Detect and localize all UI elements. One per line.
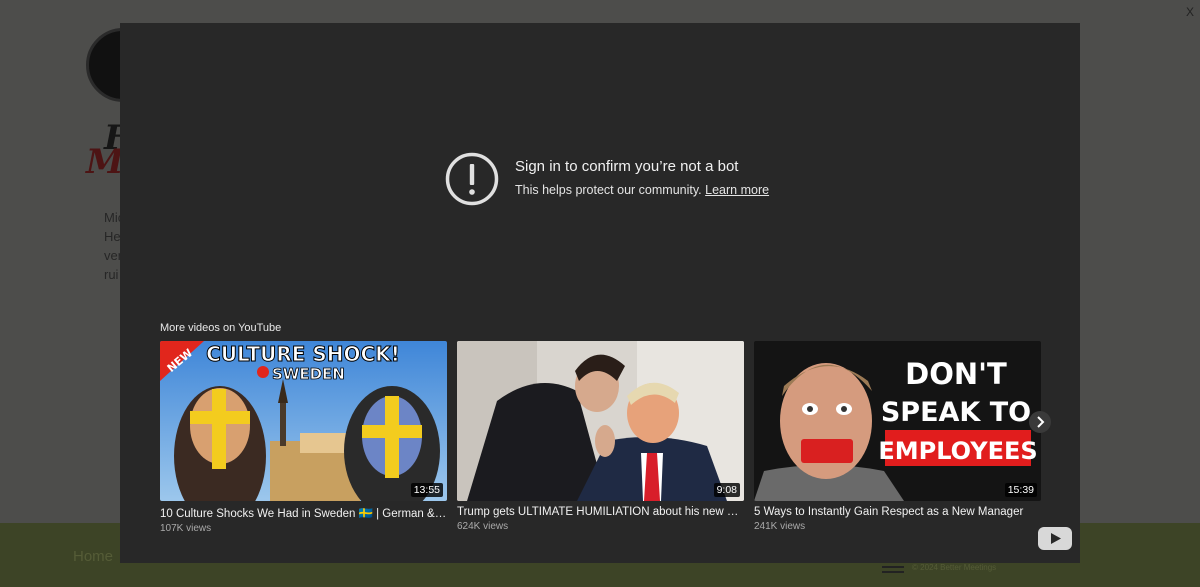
close-button[interactable]: X [1186,5,1194,19]
video-views: 241K views [754,521,806,532]
signin-subtitle: This helps protect our community. Learn … [515,183,770,197]
video-title[interactable]: 10 Culture Shocks We Had in Sweden 🇸🇪 | … [160,506,447,520]
video-views: 107K views [160,523,212,534]
exclamation-icon [445,152,499,206]
video-player[interactable]: Sign in to confirm you’re not a bot This… [120,23,1080,563]
video-views: 624K views [457,521,509,532]
signin-title: Sign in to confirm you’re not a bot [515,158,739,175]
body-text-line: rui [104,267,119,282]
thumbnail-image: DON'T SPEAK TO EMPLOYEES [754,341,1041,501]
site-logo-text-bottom: M [86,142,124,182]
video-thumbnail[interactable]: DON'T SPEAK TO EMPLOYEES 15:39 [754,341,1041,501]
video-card[interactable]: 9:08 Trump gets ULTIMATE HUMILIATION abo… [457,341,744,532]
video-duration: 13:55 [410,483,443,497]
thumbnail-highlight: EMPLOYEES [878,437,1037,465]
thumbnail-subheadline: SPEAK TO [881,397,1031,428]
thumbnail-image: NEW CULTURE SHOCK! SWEDEN [160,341,447,501]
next-videos-button[interactable] [1029,411,1051,433]
body-text-line: He [104,229,121,244]
thumbnail-subheadline: SWEDEN [272,365,345,383]
video-title[interactable]: Trump gets ULTIMATE HUMILIATION about hi… [457,506,744,518]
video-card[interactable]: DON'T SPEAK TO EMPLOYEES 15:39 5 Ways to… [754,341,1041,532]
video-thumbnail[interactable]: 9:08 [457,341,744,501]
video-duration: 9:08 [713,483,740,497]
youtube-logo-icon[interactable] [1038,527,1072,550]
video-title[interactable]: 5 Ways to Instantly Gain Respect as a Ne… [754,506,1041,518]
video-thumbnail[interactable]: NEW CULTURE SHOCK! SWEDEN 13:55 [160,341,447,501]
thumbnail-image [457,341,744,501]
thumbnail-headline: DON'T [905,357,1007,391]
footer-copyright: © 2024 Better Meetings [912,563,997,572]
learn-more-link[interactable]: Learn more [705,183,769,197]
video-card[interactable]: NEW CULTURE SHOCK! SWEDEN 13:55 10 Cultu… [160,341,447,534]
chevron-right-icon [1037,416,1045,428]
more-videos-label: More videos on YouTube [160,322,282,334]
thumbnail-headline: CULTURE SHOCK! [206,342,400,366]
footer-home-link[interactable]: Home [73,548,113,565]
video-duration: 15:39 [1004,483,1037,497]
